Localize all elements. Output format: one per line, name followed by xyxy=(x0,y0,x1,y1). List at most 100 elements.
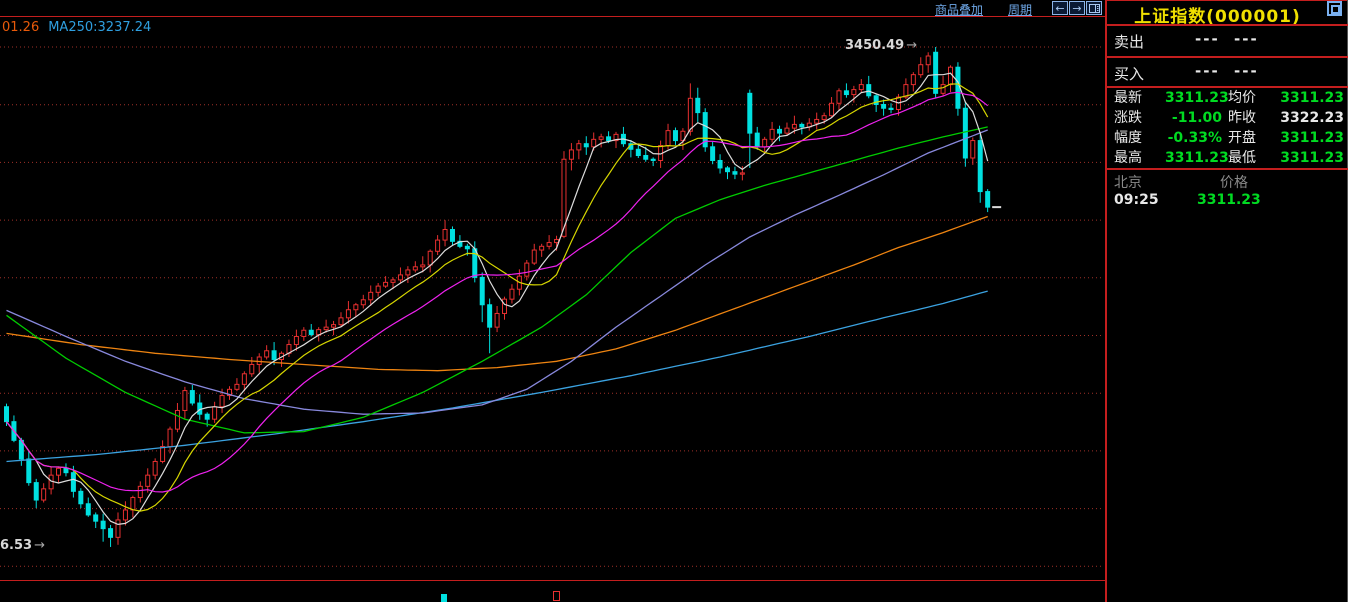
avg-price-value: 3311.23 xyxy=(1279,88,1344,108)
candle-body xyxy=(146,475,150,486)
candle-body xyxy=(569,150,573,159)
candle-body xyxy=(963,108,967,158)
candle-body xyxy=(934,52,938,93)
candle-body xyxy=(644,156,648,160)
candle-body xyxy=(465,246,469,248)
candlestick-chart[interactable] xyxy=(0,0,1105,602)
ma120-label-truncated: 01.26 xyxy=(2,20,39,35)
percent-change-value: -0.33% xyxy=(1165,128,1222,148)
quote-row-range: 幅度-0.33% 开盘3311.23 xyxy=(1107,128,1348,148)
candle-body xyxy=(837,91,841,103)
candle-body xyxy=(86,504,90,515)
period-link[interactable]: 周期 xyxy=(1008,1,1032,18)
candle-body xyxy=(79,491,83,503)
candle-body xyxy=(64,468,68,472)
ma250-label: MA250:3237.24 xyxy=(48,20,151,35)
candle-body xyxy=(956,67,960,108)
candle-body xyxy=(666,131,670,146)
candle-body xyxy=(302,330,306,336)
candle-body xyxy=(503,299,507,313)
candle-body xyxy=(859,85,863,90)
candle-body xyxy=(733,172,737,174)
ma-line-MA60 xyxy=(7,130,988,414)
candle-body xyxy=(450,230,454,242)
change-value: -11.00 xyxy=(1165,108,1222,128)
candle-body xyxy=(986,192,990,208)
candle-body xyxy=(138,486,142,497)
candle-body xyxy=(800,124,804,126)
candle-body xyxy=(57,468,61,475)
tape-time-header: 北京 xyxy=(1114,172,1142,192)
candle-body xyxy=(332,325,336,327)
buy-volume-placeholder: --- xyxy=(1234,62,1259,80)
candle-body xyxy=(874,96,878,105)
high-arrow-icon: → xyxy=(906,38,917,53)
candle-body xyxy=(510,289,514,299)
candle-body xyxy=(428,251,432,265)
candle-body xyxy=(941,85,945,94)
candle-body xyxy=(175,410,179,429)
candle-body xyxy=(488,305,492,327)
candle-body xyxy=(926,56,930,65)
candle-body xyxy=(532,250,536,263)
low-arrow-icon: → xyxy=(34,538,45,553)
candle-body xyxy=(882,105,886,109)
quote-panel: 上证指数(000001) 卖出 --- --- 买入 --- --- 最新331… xyxy=(1105,0,1348,602)
candle-body xyxy=(339,318,343,325)
quote-row-highlow: 最高3311.23 最低3311.23 xyxy=(1107,148,1348,168)
scroll-right-button[interactable]: → xyxy=(1069,1,1085,15)
high-price-annotation: 3450.49→ xyxy=(845,38,917,53)
candle-body xyxy=(525,263,529,276)
candle-body xyxy=(718,160,722,167)
candle-body xyxy=(131,498,135,510)
candle-body xyxy=(584,144,588,147)
candle-body xyxy=(272,351,276,360)
candle-body xyxy=(42,489,46,500)
split-view-button[interactable] xyxy=(1086,1,1102,15)
ma-line-MA20 xyxy=(7,92,988,492)
ma-line-MA10 xyxy=(7,84,988,511)
chart-toolbar: 商品叠加 周期 ← → xyxy=(0,0,1105,16)
candle-body xyxy=(971,141,975,158)
tape-header: 北京 价格 xyxy=(1107,172,1348,190)
candle-body xyxy=(852,90,856,95)
candle-body xyxy=(696,98,700,112)
candle-body xyxy=(948,67,952,84)
candle-body xyxy=(978,141,982,192)
tape-time: 09:25 xyxy=(1114,192,1159,208)
volume-bar-tip-up xyxy=(554,592,560,601)
candle-body xyxy=(309,330,313,334)
scroll-left-button[interactable]: ← xyxy=(1052,1,1068,15)
split-view-icon xyxy=(1089,4,1100,13)
candle-body xyxy=(213,407,217,419)
candle-body xyxy=(815,119,819,123)
chart-region: 商品叠加 周期 ← → 01.26MA250:3237.24 3450.49→ … xyxy=(0,0,1105,602)
candle-body xyxy=(220,396,224,407)
low-price-annotation: 6.53→ xyxy=(0,538,45,553)
candle-body xyxy=(919,65,923,75)
candle-body xyxy=(651,159,655,160)
candle-body xyxy=(673,131,677,141)
candle-body xyxy=(369,292,373,299)
candle-body xyxy=(778,129,782,133)
last-price-dash xyxy=(992,206,1001,208)
candle-body xyxy=(822,116,826,120)
candle-body xyxy=(785,128,789,133)
panel-top-border xyxy=(1107,0,1348,1)
buy-quote-row: 买入 --- --- xyxy=(1107,59,1348,85)
candle-body xyxy=(190,391,194,403)
candle-body xyxy=(116,520,120,537)
sell-quote-row: 卖出 --- --- xyxy=(1107,27,1348,55)
candle-body xyxy=(34,483,38,500)
overlay-compare-link[interactable]: 商品叠加 xyxy=(935,1,983,18)
candle-body xyxy=(324,327,328,329)
candle-body xyxy=(636,149,640,155)
buy-price-placeholder: --- xyxy=(1195,62,1220,80)
candle-body xyxy=(755,133,759,147)
restore-window-icon[interactable] xyxy=(1327,1,1342,16)
candle-body xyxy=(294,336,298,344)
candle-body xyxy=(153,461,157,475)
candle-body xyxy=(480,277,484,304)
candle-body xyxy=(376,286,380,292)
candle-body xyxy=(711,147,715,161)
